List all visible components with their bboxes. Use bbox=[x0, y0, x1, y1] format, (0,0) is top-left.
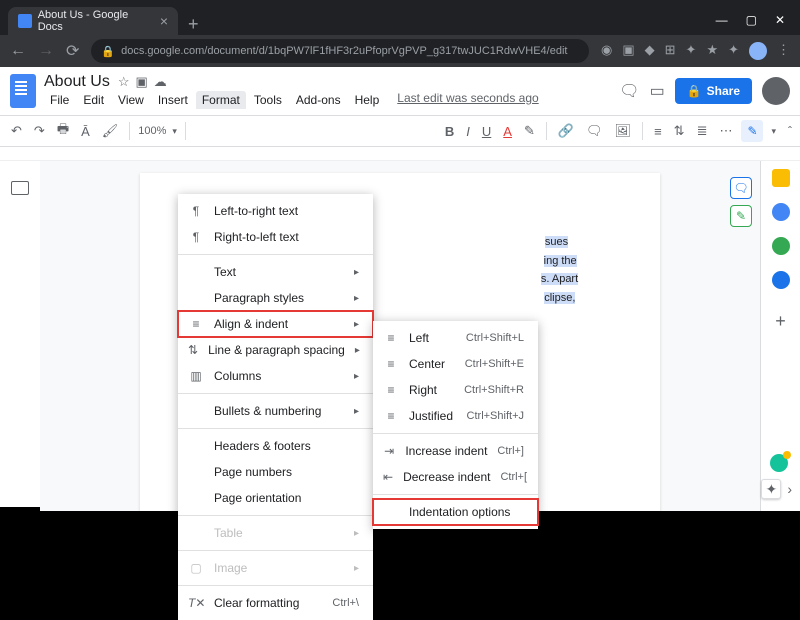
collapse-toolbar-icon[interactable]: ˆ bbox=[788, 124, 792, 138]
extensions-icon[interactable]: ✦ bbox=[728, 42, 739, 60]
new-tab-button[interactable]: + bbox=[178, 14, 209, 35]
contacts-icon[interactable] bbox=[772, 271, 790, 289]
highlight-icon[interactable]: ✎ bbox=[521, 121, 538, 141]
back-icon[interactable]: ← bbox=[10, 42, 26, 60]
keep-icon[interactable] bbox=[772, 203, 790, 221]
zoom-select[interactable]: 100% bbox=[138, 125, 166, 137]
forward-icon: → bbox=[38, 42, 54, 60]
ext-icon[interactable]: ★ bbox=[706, 42, 718, 60]
grammarly-icon[interactable] bbox=[770, 454, 788, 472]
explore-button[interactable]: ✦ bbox=[761, 479, 781, 499]
url-text: docs.google.com/document/d/1bqPW7lF1fHF3… bbox=[121, 45, 567, 57]
menu-edit[interactable]: Edit bbox=[77, 91, 110, 109]
lock-icon: 🔒 bbox=[687, 84, 702, 98]
submenu-left[interactable]: ≡LeftCtrl+Shift+L bbox=[373, 325, 538, 351]
menu-page-orientation[interactable]: Page orientation bbox=[178, 485, 373, 511]
docs-logo[interactable] bbox=[10, 74, 36, 108]
align-indent-submenu: ≡LeftCtrl+Shift+L ≡CenterCtrl+Shift+E ≡R… bbox=[373, 321, 538, 529]
ext-icon[interactable]: ✦ bbox=[686, 42, 697, 60]
menu-ltr[interactable]: ¶Left-to-right text bbox=[178, 198, 373, 224]
submenu-indentation-options[interactable]: Indentation options bbox=[373, 499, 538, 525]
submenu-center[interactable]: ≡CenterCtrl+Shift+E bbox=[373, 351, 538, 377]
suggest-edit-bubble[interactable]: ✎ bbox=[730, 205, 752, 227]
format-menu-popup: ¶Left-to-right text ¶Right-to-left text … bbox=[178, 194, 373, 620]
toolbar: ↶ ↷ 🖶 Ā 🖌 100%▾ B I U A ✎ 🔗 🗨 🖼 ≡ ⇅ ≣ ⋯ … bbox=[0, 115, 800, 147]
italic-icon[interactable]: I bbox=[463, 122, 473, 141]
present-icon[interactable]: ▭ bbox=[650, 81, 665, 101]
menu-paragraph-styles[interactable]: Paragraph styles▸ bbox=[178, 285, 373, 311]
menu-columns[interactable]: ▥Columns▸ bbox=[178, 363, 373, 389]
menu-help[interactable]: Help bbox=[349, 91, 386, 109]
underline-icon[interactable]: U bbox=[479, 122, 494, 141]
bold-icon[interactable]: B bbox=[442, 122, 457, 141]
menu-bullets[interactable]: Bullets & numbering▸ bbox=[178, 398, 373, 424]
calendar-icon[interactable] bbox=[772, 169, 790, 187]
insert-image-icon[interactable]: 🖼 bbox=[612, 121, 635, 141]
menu-tools[interactable]: Tools bbox=[248, 91, 288, 109]
share-button[interactable]: 🔒 Share bbox=[675, 78, 752, 104]
add-addon-icon[interactable]: + bbox=[775, 311, 786, 332]
insert-link-icon[interactable]: 🔗 bbox=[555, 121, 577, 141]
last-edit-link[interactable]: Last edit was seconds ago bbox=[397, 91, 538, 109]
menu-clear-formatting[interactable]: T✕Clear formattingCtrl+\ bbox=[178, 590, 373, 616]
window-close-icon[interactable]: ✕ bbox=[775, 13, 785, 27]
menu-insert[interactable]: Insert bbox=[152, 91, 194, 109]
account-avatar[interactable] bbox=[762, 77, 790, 105]
ext-icon[interactable]: ▣ bbox=[622, 42, 634, 60]
paint-format-icon[interactable]: 🖌 bbox=[99, 121, 122, 141]
menu-file[interactable]: File bbox=[44, 91, 75, 109]
minimize-icon[interactable]: — bbox=[716, 13, 728, 27]
tasks-icon[interactable] bbox=[772, 237, 790, 255]
text-color-icon[interactable]: A bbox=[500, 122, 515, 141]
ext-icon[interactable]: ⊞ bbox=[665, 42, 676, 60]
maximize-icon[interactable]: ▢ bbox=[746, 13, 757, 27]
menu-page-numbers[interactable]: Page numbers bbox=[178, 459, 373, 485]
line-spacing-icon[interactable]: ⇅ bbox=[671, 121, 688, 141]
print-icon[interactable]: 🖶 bbox=[54, 118, 72, 144]
menu-table: Table▸ bbox=[178, 520, 373, 546]
submenu-justified[interactable]: ≡JustifiedCtrl+Shift+J bbox=[373, 403, 538, 429]
document-title[interactable]: About Us bbox=[44, 73, 110, 91]
tab-title: About Us - Google Docs bbox=[38, 9, 154, 33]
comments-history-icon[interactable]: 🗨 bbox=[619, 81, 639, 101]
menu-rtl[interactable]: ¶Right-to-left text bbox=[178, 224, 373, 250]
editing-mode-button[interactable]: ✎ bbox=[741, 120, 763, 142]
menu-view[interactable]: View bbox=[112, 91, 150, 109]
menu-headers-footers[interactable]: Headers & footers bbox=[178, 433, 373, 459]
submenu-decrease-indent[interactable]: ⇤Decrease indentCtrl+[ bbox=[373, 464, 538, 490]
lock-icon: 🔒 bbox=[101, 45, 115, 58]
undo-icon[interactable]: ↶ bbox=[8, 121, 25, 141]
more-icon[interactable]: ⋯ bbox=[716, 121, 735, 141]
spellcheck-icon[interactable]: Ā bbox=[78, 122, 93, 141]
align-icon[interactable]: ≡ bbox=[651, 122, 665, 141]
submenu-increase-indent[interactable]: ⇥Increase indentCtrl+] bbox=[373, 438, 538, 464]
outline-toggle-icon[interactable] bbox=[11, 181, 29, 195]
cloud-icon[interactable]: ☁ bbox=[154, 74, 167, 90]
add-comment-icon[interactable]: 🗨 bbox=[583, 121, 606, 141]
close-tab-icon[interactable]: × bbox=[160, 13, 168, 29]
menu-format[interactable]: Format bbox=[196, 91, 246, 109]
profile-avatar[interactable] bbox=[749, 42, 767, 60]
menu-addons[interactable]: Add-ons bbox=[290, 91, 347, 109]
ruler[interactable] bbox=[0, 147, 800, 161]
menu-align-indent[interactable]: ≡Align & indent▸ bbox=[178, 311, 373, 337]
menu-text[interactable]: Text▸ bbox=[178, 259, 373, 285]
star-icon[interactable]: ☆ bbox=[118, 74, 130, 90]
submenu-right[interactable]: ≡RightCtrl+Shift+R bbox=[373, 377, 538, 403]
ext-icon[interactable]: ◉ bbox=[601, 42, 612, 60]
scroll-right-icon[interactable]: › bbox=[787, 481, 792, 497]
reload-icon[interactable]: ⟳ bbox=[66, 41, 79, 61]
list-icon[interactable]: ≣ bbox=[694, 121, 711, 141]
menu-line-spacing[interactable]: ⇅Line & paragraph spacing▸ bbox=[178, 337, 373, 363]
redo-icon[interactable]: ↷ bbox=[31, 121, 48, 141]
move-icon[interactable]: ▣ bbox=[135, 74, 147, 90]
address-bar[interactable]: 🔒 docs.google.com/document/d/1bqPW7lF1fH… bbox=[91, 39, 589, 63]
menu-image: ▢Image▸ bbox=[178, 555, 373, 581]
ext-icon[interactable]: ◆ bbox=[645, 42, 655, 60]
browser-tab[interactable]: About Us - Google Docs × bbox=[8, 7, 178, 35]
kebab-icon[interactable]: ⋮ bbox=[777, 42, 790, 60]
add-comment-bubble[interactable]: 🗨 bbox=[730, 177, 752, 199]
docs-favicon bbox=[18, 14, 32, 28]
